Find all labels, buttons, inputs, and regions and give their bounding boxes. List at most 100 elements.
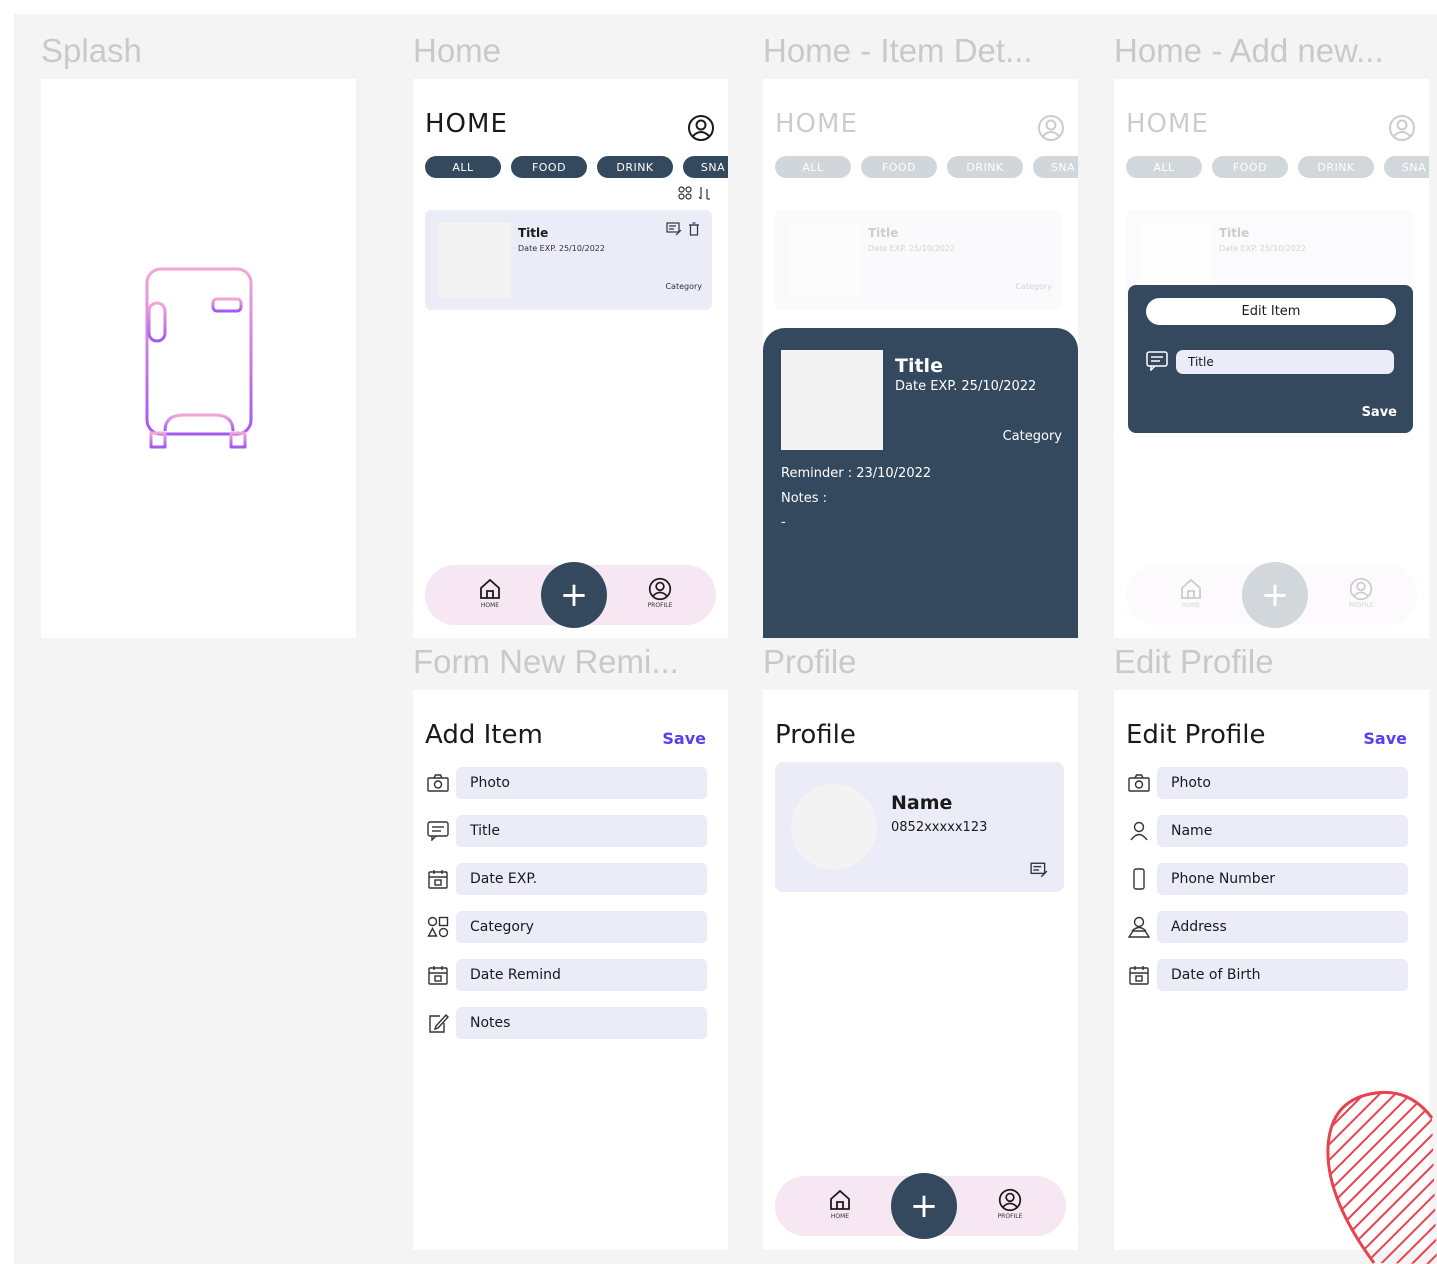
- user-icon: [1130, 821, 1148, 841]
- category-icon: [427, 916, 449, 938]
- home-icon: [830, 1189, 850, 1210]
- item-category: Category: [665, 282, 702, 291]
- add-frame: HOME ALL FOOD DRINK SNA Title Date EXP. …: [1114, 79, 1429, 638]
- category-field[interactable]: Category: [456, 911, 707, 943]
- address-icon: [1128, 916, 1150, 938]
- date-exp-field[interactable]: Date EXP.: [456, 863, 707, 895]
- detail-bg-title: HOME: [775, 109, 858, 139]
- phone-field[interactable]: Phone Number: [1157, 863, 1408, 895]
- nav-profile-label: PROFILE: [647, 602, 673, 609]
- address-field[interactable]: Address: [1157, 911, 1408, 943]
- dob-field[interactable]: Date of Birth: [1157, 959, 1408, 991]
- notes-icon: [429, 1013, 449, 1033]
- chip-drink: DRINK: [947, 156, 1023, 178]
- form-save-button[interactable]: Save: [662, 729, 706, 748]
- frame-label-form: Form New Remi...: [413, 643, 679, 680]
- bottom-nav: HOME + PROFILE: [1126, 562, 1417, 628]
- category-chips: ALL FOOD DRINK SNA: [425, 156, 728, 178]
- account-icon: [1035, 112, 1067, 144]
- profile-phone: 0852xxxxx123: [891, 820, 988, 835]
- add-item-button: +: [1242, 562, 1308, 628]
- chip-food: FOOD: [1212, 156, 1288, 178]
- form-row-date-exp: Date EXP.: [425, 863, 707, 895]
- item-thumbnail: [789, 223, 861, 298]
- item-category: Category: [1015, 282, 1052, 291]
- edit-row-address: Address: [1126, 911, 1408, 943]
- edit-row-phone: Phone Number: [1126, 863, 1408, 895]
- chip-food: FOOD: [861, 156, 937, 178]
- trash-icon[interactable]: [688, 222, 700, 236]
- form-row-title: Title: [425, 815, 707, 847]
- sort-icon[interactable]: [698, 186, 712, 200]
- nav-home[interactable]: HOME: [825, 1188, 855, 1220]
- edit-title-input[interactable]: Title: [1176, 350, 1394, 374]
- detail-category: Category: [1002, 429, 1062, 444]
- calendar-icon: [1129, 966, 1149, 985]
- edit-item-heading: Edit Item: [1146, 298, 1396, 325]
- chip-drink: DRINK: [1298, 156, 1374, 178]
- edit-icon[interactable]: [666, 222, 682, 236]
- title-field-icon: [1146, 351, 1168, 371]
- detail-notes-value: -: [781, 515, 786, 530]
- notes-field[interactable]: Notes: [456, 1007, 707, 1039]
- hatched-heart-decoration: [1326, 1090, 1437, 1264]
- account-icon: [1386, 112, 1418, 144]
- item-title: Title: [868, 226, 899, 240]
- detail-notes-label: Notes :: [781, 491, 828, 506]
- chip-snack: SNA: [1384, 156, 1429, 178]
- message-icon: [427, 821, 449, 841]
- nav-profile-label: PROFILE: [997, 1213, 1023, 1220]
- name-field[interactable]: Name: [1157, 815, 1408, 847]
- form-row-photo: Photo: [425, 767, 707, 799]
- nav-profile-label: PROFILE: [1348, 602, 1374, 609]
- list-tools: [678, 186, 712, 200]
- chip-all: ALL: [1126, 156, 1202, 178]
- add-item-button[interactable]: +: [541, 562, 607, 628]
- form-row-notes: Notes: [425, 1007, 707, 1039]
- photo-field[interactable]: Photo: [456, 767, 707, 799]
- phone-icon: [1133, 868, 1145, 890]
- add-item-button[interactable]: +: [891, 1173, 957, 1239]
- edit-item-save-button[interactable]: Save: [1362, 405, 1397, 420]
- edit-profile-save-button[interactable]: Save: [1363, 729, 1407, 748]
- fridge-logo-icon: [145, 267, 253, 449]
- detail-date: Date EXP. 25/10/2022: [895, 379, 1037, 394]
- nav-home[interactable]: HOME: [475, 577, 505, 609]
- item-card: Title Date EXP. 25/10/2022 Category: [775, 210, 1062, 310]
- grid-view-icon[interactable]: [678, 186, 692, 200]
- edit-row-dob: Date of Birth: [1126, 959, 1408, 991]
- form-frame: Add Item Save Photo Title Date EXP. Cate…: [413, 690, 728, 1250]
- item-thumbnail: [439, 223, 511, 298]
- frame-label-add: Home - Add new...: [1114, 32, 1384, 69]
- chip-food[interactable]: FOOD: [511, 156, 587, 178]
- edit-icon[interactable]: [1030, 862, 1048, 878]
- profile-icon: [998, 1188, 1022, 1212]
- date-remind-field[interactable]: Date Remind: [456, 959, 707, 991]
- home-icon: [1181, 578, 1201, 599]
- detail-thumbnail: [781, 350, 883, 450]
- account-icon[interactable]: [685, 112, 717, 144]
- calendar-icon: [428, 966, 448, 985]
- home-frame: HOME ALL FOOD DRINK SNA Title Date EXP. …: [413, 79, 728, 638]
- edit-profile-title: Edit Profile: [1126, 720, 1266, 750]
- chip-drink[interactable]: DRINK: [597, 156, 673, 178]
- form-title: Add Item: [425, 720, 543, 750]
- chip-snack[interactable]: SNA: [683, 156, 728, 178]
- avatar: [791, 784, 877, 870]
- nav-profile[interactable]: PROFILE: [643, 577, 677, 609]
- nav-profile[interactable]: PROFILE: [993, 1188, 1027, 1220]
- nav-profile: PROFILE: [1344, 577, 1378, 609]
- add-bg-title: HOME: [1126, 109, 1209, 139]
- item-date: Date EXP. 25/10/2022: [868, 244, 955, 253]
- bottom-nav: HOME + PROFILE: [775, 1173, 1066, 1239]
- chip-all[interactable]: ALL: [425, 156, 501, 178]
- edit-row-photo: Photo: [1126, 767, 1408, 799]
- item-date: Date EXP. 25/10/2022: [1219, 244, 1306, 253]
- nav-home-label: HOME: [1181, 602, 1201, 609]
- nav-home-label: HOME: [480, 602, 500, 609]
- title-field[interactable]: Title: [456, 815, 707, 847]
- photo-field[interactable]: Photo: [1157, 767, 1408, 799]
- nav-home-label: HOME: [830, 1213, 850, 1220]
- item-title: Title: [1219, 226, 1250, 240]
- item-card[interactable]: Title Date EXP. 25/10/2022 Category: [425, 210, 712, 310]
